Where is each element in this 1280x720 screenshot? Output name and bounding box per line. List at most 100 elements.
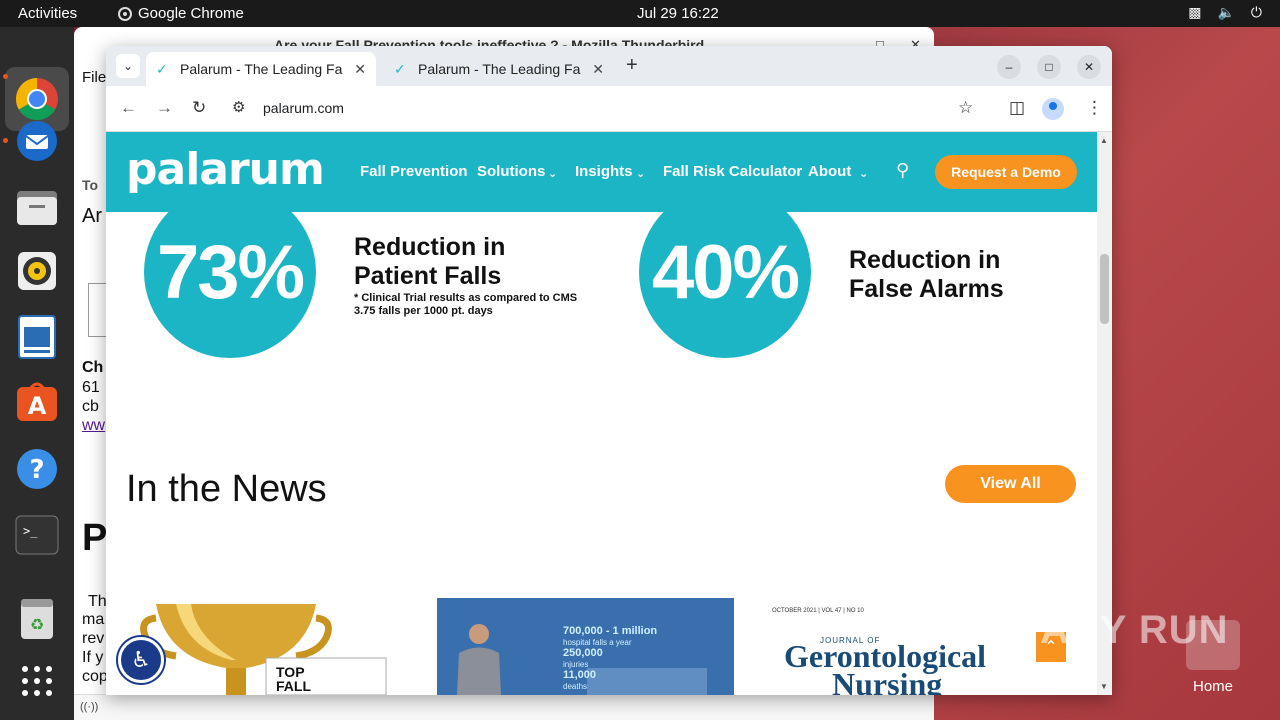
url-text[interactable]: palarum.com <box>263 100 344 116</box>
menu-dots-icon[interactable]: ⋮ <box>1086 98 1103 118</box>
tb-body-fragment: ma <box>82 611 105 628</box>
browser-toolbar: ← → ↻ ⚙ palarum.com ☆ ◫ ⋮ <box>106 86 1112 132</box>
request-demo-button[interactable]: Request a Demo <box>935 155 1077 189</box>
forward-icon[interactable]: → <box>156 98 173 118</box>
tab-close-icon[interactable]: ✕ <box>354 61 366 78</box>
side-panel-icon[interactable]: ◫ <box>1009 98 1025 118</box>
thunderbird-icon[interactable] <box>13 117 61 165</box>
journal-name-2: Nursing <box>832 666 943 695</box>
help-icon[interactable]: ? <box>13 445 61 493</box>
tab-label: Palarum - The Leading Fa <box>418 61 581 77</box>
svg-text:>_: >_ <box>23 524 38 538</box>
network-icon[interactable]: ▩ <box>1188 4 1201 21</box>
news-card-video[interactable]: 700,000 - 1 million hospital falls a yea… <box>437 598 734 695</box>
new-tab-button[interactable]: + <box>626 54 638 77</box>
tab-palarum-1[interactable]: ✓ Palarum - The Leading Fa ✕ <box>146 52 376 86</box>
chevron-down-icon[interactable]: ⌄ <box>636 167 645 180</box>
news-card-journal[interactable]: OCTOBER 2021 | VOL 47 | NO 10 JOURNAL OF… <box>770 598 1030 695</box>
tb-to-label: To <box>82 177 99 193</box>
stat-title-2: Reduction in False Alarms <box>849 246 1004 303</box>
profile-avatar[interactable] <box>1042 98 1064 120</box>
video-stat: deaths <box>563 682 588 691</box>
nav-fall-risk-calculator[interactable]: Fall Risk Calculator <box>663 163 802 180</box>
nav-fall-prevention[interactable]: Fall Prevention <box>360 163 468 180</box>
tab-label: Palarum - The Leading Fa <box>180 61 343 77</box>
palarum-favicon: ✓ <box>156 61 168 77</box>
tab-search-button[interactable]: ⌄ <box>116 54 140 78</box>
bookmark-star-icon[interactable]: ☆ <box>958 98 973 118</box>
scroll-down-arrow[interactable]: ▼ <box>1100 682 1108 691</box>
running-indicator <box>3 138 8 143</box>
nav-solutions[interactable]: Solutions <box>477 163 545 180</box>
accessibility-button[interactable]: ♿ <box>118 637 164 683</box>
address-bar[interactable]: ⚙ palarum.com <box>224 93 984 125</box>
writer-icon[interactable] <box>13 313 61 361</box>
chrome-small-icon <box>118 6 132 21</box>
palarum-logo[interactable]: palarum <box>126 144 325 195</box>
svg-text:♻: ♻ <box>30 615 44 634</box>
tb-link-fragment[interactable]: ww <box>82 417 105 435</box>
minimize-button[interactable]: – <box>997 55 1021 79</box>
clock[interactable]: Jul 29 16:22 <box>637 5 719 22</box>
nav-insights[interactable]: Insights <box>575 163 633 180</box>
news-heading: In the News <box>126 468 327 510</box>
video-stat: 11,000 <box>563 669 597 681</box>
app-menu[interactable]: Google Chrome <box>118 5 244 22</box>
journal-header: OCTOBER 2021 | VOL 47 | NO 10 <box>772 608 864 614</box>
power-icon[interactable]: ⏻ <box>1251 4 1262 21</box>
running-indicator <box>3 74 8 79</box>
video-stat: 250,000 <box>563 647 603 659</box>
terminal-icon[interactable]: >_ <box>13 511 61 559</box>
scrollbar-thumb[interactable] <box>1100 254 1109 324</box>
view-all-button[interactable]: View All <box>945 465 1076 503</box>
back-icon[interactable]: ← <box>120 98 137 118</box>
app-name: Google Chrome <box>138 5 244 22</box>
stat-note-1: * Clinical Trial results as compared to … <box>354 292 578 317</box>
reload-icon[interactable]: ↻ <box>192 98 206 118</box>
top-bar: Activities Google Chrome Jul 29 16:22 ▩ … <box>0 0 1280 27</box>
page-viewport: 73% Reduction in Patient Falls * Clinica… <box>106 132 1112 695</box>
app-center-icon[interactable]: A <box>13 377 61 425</box>
news-card-trophy[interactable]: TOP FALL <box>136 598 396 695</box>
tb-body-fragment: If y <box>82 649 104 666</box>
chevron-down-icon[interactable]: ⌄ <box>859 167 868 180</box>
nav-about[interactable]: About <box>808 163 851 180</box>
tb-body-fragment: rev <box>82 630 105 647</box>
svg-text:A: A <box>28 392 47 420</box>
show-apps-icon[interactable] <box>13 657 61 705</box>
tb-body-fragment: Th <box>88 593 107 610</box>
search-icon[interactable]: ⚲ <box>896 160 909 181</box>
tab-palarum-2[interactable]: ✓ Palarum - The Leading Fa ✕ <box>384 52 614 86</box>
tb-subject-fragment: Ar <box>82 205 102 227</box>
tb-status-bar: ((·)) <box>74 694 934 720</box>
trophy-image <box>140 604 387 695</box>
activities-button[interactable]: Activities <box>18 5 77 22</box>
tb-logo-fragment: P <box>82 517 108 559</box>
dock: A ? >_ ♻ <box>0 27 74 720</box>
site-header: palarum Fall Prevention Solutions ⌄ Insi… <box>106 132 1097 212</box>
system-tray[interactable]: ▩ 🔈 ⏻ <box>1188 4 1262 21</box>
tb-body-fragment: 61 <box>82 379 100 396</box>
trash-icon[interactable]: ♻ <box>13 595 61 643</box>
chrome-icon[interactable] <box>13 75 61 123</box>
palarum-favicon: ✓ <box>394 61 406 77</box>
scroll-up-arrow[interactable]: ▲ <box>1100 136 1108 145</box>
volume-icon[interactable]: 🔈 <box>1217 4 1234 21</box>
svg-text:?: ? <box>29 455 44 485</box>
tb-body-fragment: Ch <box>82 359 104 376</box>
tb-file-menu[interactable]: File <box>82 69 106 86</box>
activity-icon: ((·)) <box>80 701 99 713</box>
close-button[interactable]: ✕ <box>1077 55 1101 79</box>
home-label[interactable]: Home <box>1193 678 1233 695</box>
video-stat: 700,000 - 1 million <box>563 625 658 637</box>
stat-title-1: Reduction in Patient Falls <box>354 233 506 290</box>
chevron-down-icon[interactable]: ⌄ <box>548 167 557 180</box>
site-info-icon[interactable]: ⚙ <box>232 98 245 116</box>
tab-close-icon[interactable]: ✕ <box>592 61 604 78</box>
maximize-button[interactable]: □ <box>1037 55 1061 79</box>
files-icon[interactable] <box>13 183 61 231</box>
tb-body-fragment: cb <box>82 398 99 415</box>
rhythmbox-icon[interactable] <box>13 247 61 295</box>
chrome-window: ⌄ ✓ Palarum - The Leading Fa ✕ ✓ Palarum… <box>106 46 1112 695</box>
tab-strip: ⌄ ✓ Palarum - The Leading Fa ✕ ✓ Palarum… <box>106 46 1112 86</box>
